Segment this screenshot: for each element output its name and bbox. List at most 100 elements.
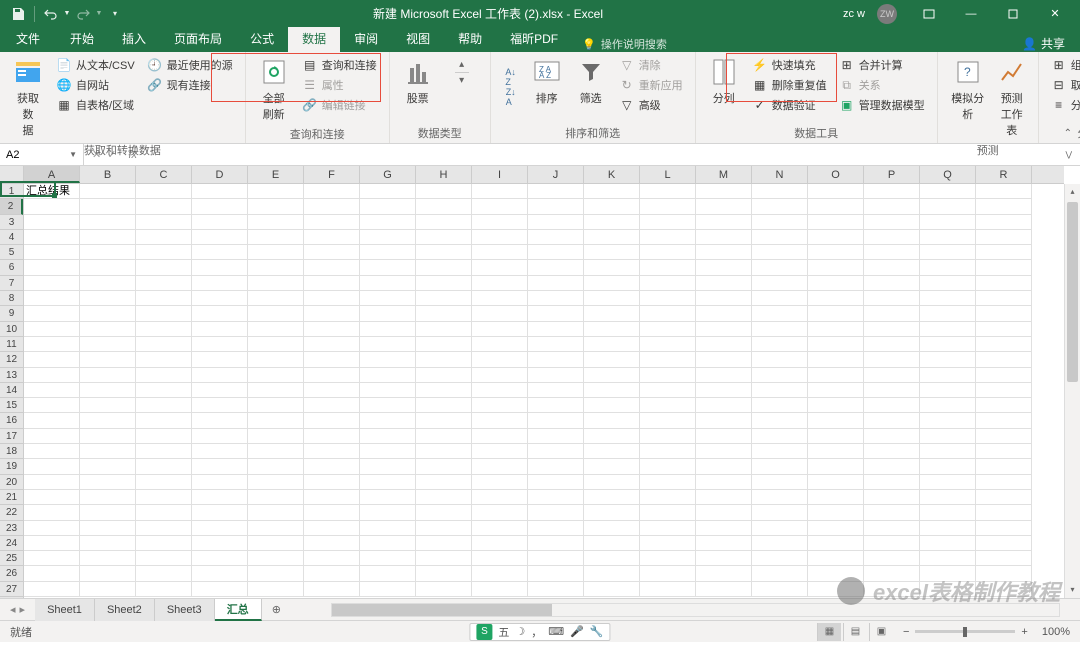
cell-G25[interactable] [360,551,416,566]
datatype-gallery[interactable]: ▴▾ [440,54,484,90]
cell-J4[interactable] [528,230,584,245]
text-to-columns-button[interactable]: 分列 [702,54,746,108]
tab-foxit[interactable]: 福昕PDF [496,27,572,52]
cell-D6[interactable] [192,260,248,275]
cell-J18[interactable] [528,444,584,459]
cell-H6[interactable] [416,260,472,275]
cell-O15[interactable] [808,398,864,413]
cell-M9[interactable] [696,306,752,321]
cell-C1[interactable] [136,184,192,199]
col-header-K[interactable]: K [584,166,640,183]
cell-M14[interactable] [696,383,752,398]
cell-J20[interactable] [528,475,584,490]
cell-N14[interactable] [752,383,808,398]
cell-P25[interactable] [864,551,920,566]
cell-F6[interactable] [304,260,360,275]
cell-J15[interactable] [528,398,584,413]
cell-A5[interactable] [24,245,80,260]
cell-O2[interactable] [808,199,864,214]
sort-asc-button[interactable]: A↓Z [501,68,521,86]
cell-B16[interactable] [80,413,136,428]
cell-M8[interactable] [696,291,752,306]
row-header-25[interactable]: 25 [0,551,23,566]
cell-E21[interactable] [248,490,304,505]
cell-L8[interactable] [640,291,696,306]
cell-L27[interactable] [640,582,696,597]
zoom-thumb[interactable] [963,627,967,637]
cell-E13[interactable] [248,368,304,383]
cell-B15[interactable] [80,398,136,413]
cell-D19[interactable] [192,459,248,474]
cell-N6[interactable] [752,260,808,275]
cell-P11[interactable] [864,337,920,352]
col-header-Q[interactable]: Q [920,166,976,183]
from-csv-button[interactable]: 📄从文本/CSV [54,56,137,74]
cell-B14[interactable] [80,383,136,398]
cell-E12[interactable] [248,352,304,367]
cell-M10[interactable] [696,322,752,337]
normal-view-icon[interactable]: ▦ [817,623,841,641]
ime-mic-icon[interactable]: 🎤 [570,625,584,638]
cell-B25[interactable] [80,551,136,566]
cell-I24[interactable] [472,536,528,551]
sheet-tab-Sheet3[interactable]: Sheet3 [155,599,215,621]
cell-A20[interactable] [24,475,80,490]
cell-L2[interactable] [640,199,696,214]
cell-C16[interactable] [136,413,192,428]
cell-G20[interactable] [360,475,416,490]
page-break-view-icon[interactable]: ▣ [869,623,893,641]
cell-E27[interactable] [248,582,304,597]
cell-E3[interactable] [248,215,304,230]
refresh-all-button[interactable]: 全部刷新 [252,54,296,124]
cell-O5[interactable] [808,245,864,260]
scroll-up-icon[interactable]: ▴ [1065,184,1080,200]
cell-J24[interactable] [528,536,584,551]
row-header-10[interactable]: 10 [0,322,23,337]
cell-H21[interactable] [416,490,472,505]
cell-D13[interactable] [192,368,248,383]
cell-P5[interactable] [864,245,920,260]
cell-K4[interactable] [584,230,640,245]
sheet-nav-prev-icon[interactable]: ◂ [10,603,16,616]
cell-N25[interactable] [752,551,808,566]
cell-N4[interactable] [752,230,808,245]
zoom-out-button[interactable]: − [903,626,909,638]
cell-P1[interactable] [864,184,920,199]
cell-L22[interactable] [640,505,696,520]
sort-button[interactable]: Z AA Z 排序 [525,54,569,108]
cell-C17[interactable] [136,429,192,444]
row-header-4[interactable]: 4 [0,230,23,245]
cell-K15[interactable] [584,398,640,413]
tab-formula[interactable]: 公式 [236,27,288,52]
cell-E23[interactable] [248,521,304,536]
cell-D3[interactable] [192,215,248,230]
cell-J2[interactable] [528,199,584,214]
cell-H15[interactable] [416,398,472,413]
cell-I25[interactable] [472,551,528,566]
cell-D14[interactable] [192,383,248,398]
cell-F15[interactable] [304,398,360,413]
cell-J9[interactable] [528,306,584,321]
cell-L9[interactable] [640,306,696,321]
subtotal-button[interactable]: ≡分类汇总 [1049,96,1080,114]
cell-N18[interactable] [752,444,808,459]
tab-home[interactable]: 开始 [56,27,108,52]
cell-G3[interactable] [360,215,416,230]
cell-R8[interactable] [976,291,1032,306]
col-header-R[interactable]: R [976,166,1032,183]
cell-E20[interactable] [248,475,304,490]
formula-input[interactable] [141,144,1057,165]
cell-K13[interactable] [584,368,640,383]
cell-R12[interactable] [976,352,1032,367]
sheet-tab-Sheet1[interactable]: Sheet1 [35,599,95,621]
cell-O6[interactable] [808,260,864,275]
cell-H18[interactable] [416,444,472,459]
existing-connections-button[interactable]: 🔗现有连接 [145,76,235,94]
ribbon-display-icon[interactable] [909,0,949,27]
cell-I4[interactable] [472,230,528,245]
cell-A22[interactable] [24,505,80,520]
hscroll-thumb[interactable] [332,604,552,616]
cell-L19[interactable] [640,459,696,474]
cell-G6[interactable] [360,260,416,275]
cell-H22[interactable] [416,505,472,520]
